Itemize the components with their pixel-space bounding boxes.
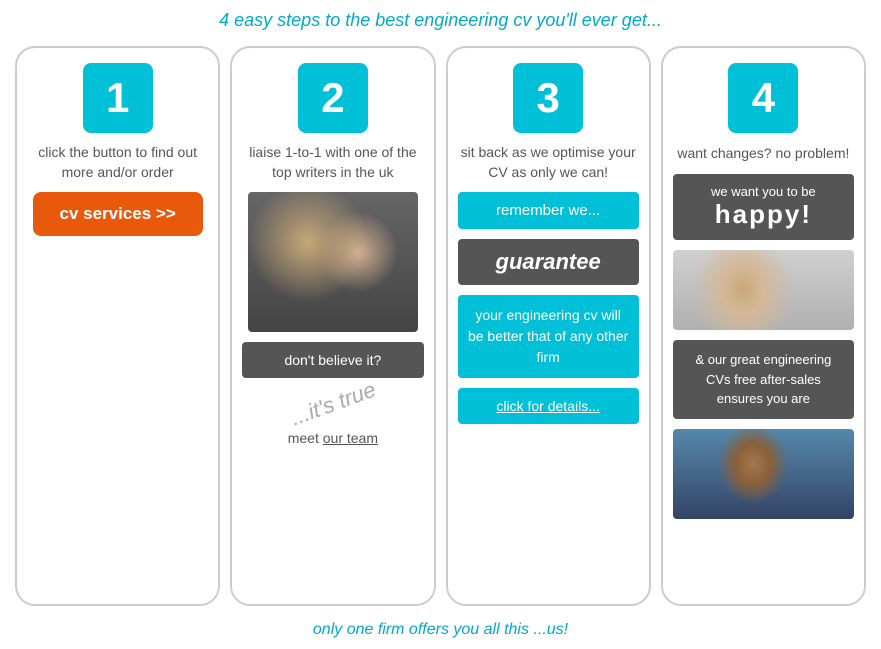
step-desc-1: click the button to find out more and/or… bbox=[27, 143, 208, 182]
man-image-inner bbox=[673, 429, 854, 519]
column-1: 1 click the button to find out more and/… bbox=[15, 46, 220, 606]
columns-wrapper: 1 click the button to find out more and/… bbox=[15, 46, 866, 606]
click-details-box[interactable]: click for details... bbox=[458, 388, 639, 424]
its-true-text: ...it's true bbox=[287, 377, 379, 432]
step-number-3: 3 bbox=[513, 63, 583, 133]
dont-believe-text: don't believe it? bbox=[242, 342, 423, 378]
main-title: 4 easy steps to the best engineering cv … bbox=[15, 10, 866, 31]
smile-image-inner bbox=[673, 250, 854, 330]
col2-team-image bbox=[248, 192, 418, 332]
column-3: 3 sit back as we optimise your CV as onl… bbox=[446, 46, 651, 606]
happy-box: we want you to be happy! bbox=[673, 174, 854, 240]
man-image bbox=[673, 429, 854, 519]
column-2: 2 liaise 1-to-1 with one of the top writ… bbox=[230, 46, 435, 606]
step-number-1: 1 bbox=[83, 63, 153, 133]
column-4: 4 want changes? no problem! we want you … bbox=[661, 46, 866, 606]
step-number-2: 2 bbox=[298, 63, 368, 133]
col2-content: don't believe it? ...it's true meet our … bbox=[242, 342, 423, 589]
step-number-4: 4 bbox=[728, 63, 798, 133]
step-desc-2: liaise 1-to-1 with one of the top writer… bbox=[242, 143, 423, 182]
click-label: click bbox=[496, 398, 523, 414]
our-team-link[interactable]: our team bbox=[323, 430, 378, 446]
want-changes-text: want changes? no problem! bbox=[677, 143, 849, 164]
we-want-text: we want you to be bbox=[683, 184, 844, 199]
happy-text: happy! bbox=[683, 199, 844, 230]
col2-image-inner bbox=[248, 192, 418, 332]
engineering-cv-box: your engineering cv will be better that … bbox=[458, 295, 639, 378]
bottom-text: only one firm offers you all this ...us! bbox=[15, 621, 866, 639]
for-details-label: for details... bbox=[524, 398, 600, 414]
guarantee-box: guarantee bbox=[458, 239, 639, 285]
step-desc-3: sit back as we optimise your CV as only … bbox=[458, 143, 639, 182]
after-sales-box: & our great engineering CVs free after-s… bbox=[673, 340, 854, 419]
remember-box: remember we... bbox=[458, 192, 639, 229]
meet-team-text: meet our team bbox=[288, 430, 378, 446]
smile-image bbox=[673, 250, 854, 330]
cv-services-button[interactable]: cv services >> bbox=[33, 192, 203, 236]
meet-label: meet bbox=[288, 430, 323, 446]
